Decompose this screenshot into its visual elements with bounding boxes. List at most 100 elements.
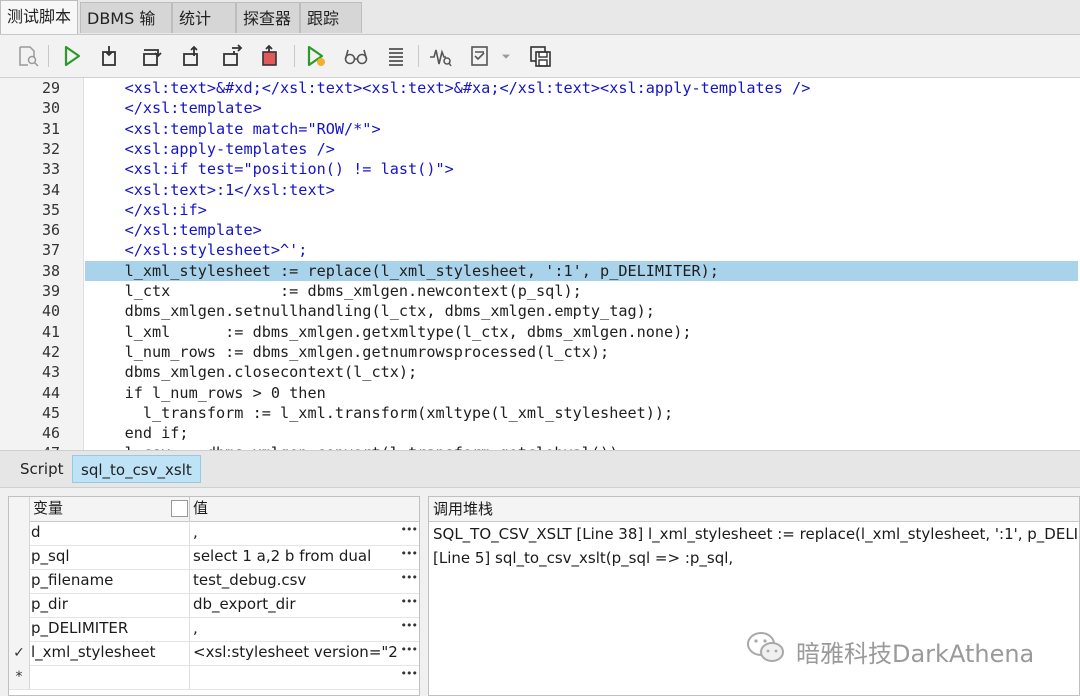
row-marker: ✓	[9, 641, 30, 665]
tab-trace[interactable]: 跟踪	[300, 2, 362, 33]
line-number: 36	[41, 221, 60, 240]
run-to-cursor-icon[interactable]	[218, 42, 246, 70]
code-line[interactable]: l_num_rows := dbms_xmlgen.getnumrowsproc…	[88, 342, 1078, 362]
row-marker	[9, 617, 30, 641]
variable-row[interactable]: p_DELIMITER, •••	[9, 617, 419, 642]
variable-name[interactable]: p_filename	[31, 569, 187, 593]
variable-value[interactable]: ,	[193, 521, 399, 545]
line-number: 34	[41, 180, 60, 199]
variable-name[interactable]	[31, 665, 187, 689]
code-line[interactable]: <xsl:if test="position() != last()">	[88, 159, 1078, 179]
line-number: 38	[41, 261, 60, 280]
variable-row[interactable]: p_filename test_debug.csv •••	[9, 569, 419, 594]
row-marker	[9, 593, 30, 617]
edit-value-button[interactable]: •••	[401, 571, 418, 584]
variable-value[interactable]	[193, 665, 399, 689]
stack-icon[interactable]	[382, 42, 410, 70]
edit-value-button[interactable]: •••	[401, 547, 418, 560]
variable-row[interactable]: * •••	[9, 665, 419, 690]
code-line[interactable]: l_transform := l_xml.transform(xmltype(l…	[88, 403, 1078, 423]
code-line[interactable]: l_xml := dbms_xmlgen.getxmltype(l_ctx, d…	[88, 322, 1078, 342]
line-number: 45	[41, 403, 60, 422]
dropdown-icon[interactable]	[498, 42, 514, 70]
variable-row[interactable]: ✓ l_xml_stylesheet <xsl:stylesheet version…	[9, 641, 419, 666]
tab-statistics[interactable]: 统计	[172, 2, 236, 33]
save-icon[interactable]	[526, 42, 554, 70]
profile-icon[interactable]	[426, 42, 454, 70]
variable-row[interactable]: p_dir db_export_dir •••	[9, 593, 419, 618]
call-stack-row[interactable]: [Line 5] sql_to_csv_xslt(p_sql => :p_sql…	[429, 546, 1079, 570]
variables-grid[interactable]: 变量 值 d, ••• p_sql select 1 a,2 b from dual •…	[8, 496, 420, 696]
edit-value-button[interactable]: •••	[401, 595, 418, 608]
edit-value-button[interactable]: •••	[401, 619, 418, 632]
line-number: 33	[41, 160, 60, 179]
code-line[interactable]: dbms_xmlgen.closecontext(l_ctx);	[88, 362, 1078, 382]
current-line[interactable]: l_xml_stylesheet := replace(l_xml_styles…	[85, 260, 1078, 281]
code-editor[interactable]: 29 303132 333435 363738 39 404142 434445 4647 <…	[0, 78, 1080, 450]
code-line[interactable]: </xsl:stylesheet>^';	[88, 240, 1078, 260]
variable-value[interactable]: test_debug.csv	[193, 569, 399, 593]
variable-row[interactable]: d, •••	[9, 521, 419, 546]
debug-toolbar	[0, 35, 1080, 78]
run-with-breakpoints-icon[interactable]	[302, 42, 330, 70]
editor-tab-bar: Script sql_to_csv_xslt	[0, 450, 1080, 488]
code-line[interactable]: if l_num_rows > 0 then	[88, 383, 1078, 403]
step-out-icon[interactable]	[178, 42, 206, 70]
report-icon[interactable]	[466, 42, 494, 70]
tab-dbms-output[interactable]: DBMS 输出	[80, 2, 172, 59]
halt-icon[interactable]	[256, 42, 284, 70]
code-line[interactable]: end if;	[88, 423, 1078, 443]
variable-value[interactable]: select 1 a,2 b from dual	[193, 545, 399, 569]
tab-script[interactable]: Script	[12, 455, 72, 483]
edit-value-button[interactable]: •••	[401, 643, 418, 656]
tab-test-script[interactable]: 测试脚本	[0, 0, 78, 34]
edit-value-button[interactable]: •••	[401, 523, 418, 536]
code-line[interactable]: <xsl:template match="ROW/*">	[88, 119, 1078, 139]
line-number: 41	[41, 322, 60, 341]
line-number: 31	[41, 119, 60, 138]
header-corner	[9, 497, 30, 521]
code-line[interactable]: </xsl:template>	[88, 220, 1078, 240]
code-line[interactable]: l_csv := dbms_xmlgen.convert(l_transform…	[88, 443, 1078, 450]
column-filter-checkbox[interactable]	[171, 500, 188, 517]
line-number: 30	[41, 99, 60, 118]
code-line[interactable]: <xsl:text>:1</xsl:text>	[88, 180, 1078, 200]
variable-value[interactable]: <xsl:stylesheet version="2.0" x	[193, 641, 399, 665]
variable-name[interactable]: p_sql	[31, 545, 187, 569]
code-line[interactable]: <xsl:apply-templates />	[88, 139, 1078, 159]
line-number: 42	[41, 342, 60, 361]
watch-glasses-icon[interactable]	[342, 42, 370, 70]
tab-sql-to-csv-xslt[interactable]: sql_to_csv_xslt	[72, 455, 201, 483]
code-line[interactable]: </xsl:template>	[88, 98, 1078, 118]
column-header-value[interactable]: 值	[193, 497, 413, 521]
column-header-variable[interactable]: 变量	[33, 497, 189, 521]
debug-find-icon[interactable]	[14, 42, 42, 70]
line-number-gutter: 29 303132 333435 363738 39 404142 434445 4647	[0, 78, 84, 450]
line-number: 37	[41, 241, 60, 260]
edit-value-button[interactable]: •••	[401, 667, 418, 680]
step-into-icon[interactable]	[96, 42, 124, 70]
code-line[interactable]: l_ctx := dbms_xmlgen.newcontext(p_sql);	[88, 281, 1078, 301]
variable-name[interactable]: p_DELIMITER	[31, 617, 187, 641]
code-line[interactable]: </xsl:if>	[88, 200, 1078, 220]
code-line[interactable]: dbms_xmlgen.setnullhandling(l_ctx, dbms_…	[88, 301, 1078, 321]
row-marker	[9, 569, 30, 593]
call-stack-row[interactable]: SQL_TO_CSV_XSLT [Line 38] l_xml_styleshe…	[429, 522, 1079, 546]
code-line[interactable]: <xsl:text>&#xd;</xsl:text><xsl:text>&#xa…	[88, 78, 1078, 98]
line-number: 43	[41, 363, 60, 382]
variables-header: 变量 值	[9, 497, 419, 522]
line-number: 46	[41, 424, 60, 443]
watermark-text: 暗雅科技DarkAthena	[796, 639, 1035, 668]
line-number: 47	[0, 443, 60, 450]
row-marker: *	[9, 665, 30, 689]
step-over-icon[interactable]	[138, 42, 166, 70]
variable-name[interactable]: p_dir	[31, 593, 187, 617]
variable-name[interactable]: d	[31, 521, 187, 545]
tab-profiler[interactable]: 探查器	[236, 2, 300, 33]
run-icon[interactable]	[58, 42, 86, 70]
line-number: 32	[41, 139, 60, 158]
variable-row[interactable]: p_sql select 1 a,2 b from dual •••	[9, 545, 419, 570]
variable-name[interactable]: l_xml_stylesheet	[31, 641, 187, 665]
variable-value[interactable]: ,	[193, 617, 399, 641]
variable-value[interactable]: db_export_dir	[193, 593, 399, 617]
